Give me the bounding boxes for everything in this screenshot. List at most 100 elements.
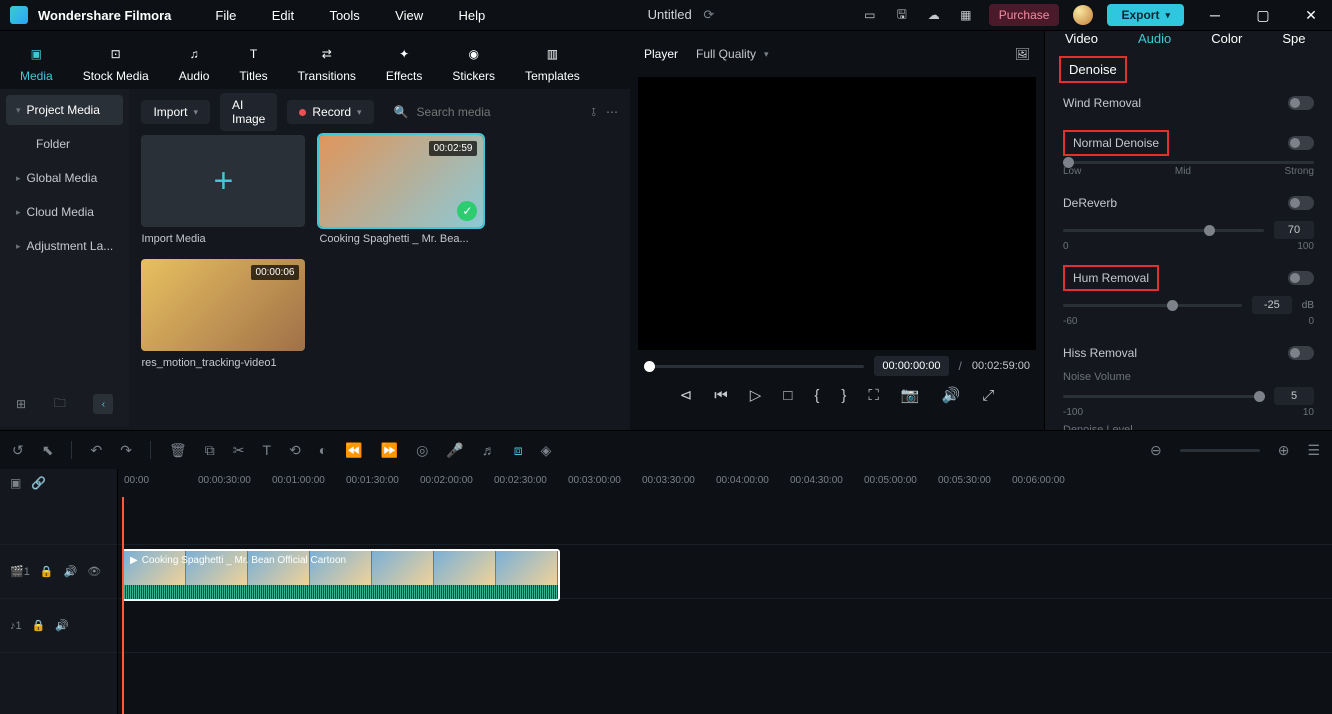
zoom-slider[interactable]	[1180, 449, 1260, 452]
cloud-icon[interactable]: ☁	[925, 6, 943, 24]
track-head-video[interactable]: 🎬1🔒🔊👁	[0, 545, 117, 599]
import-button[interactable]: Import▾	[141, 100, 210, 124]
purchase-button[interactable]: Purchase	[989, 4, 1060, 26]
collapse-sidebar-button[interactable]: ‹	[93, 394, 113, 414]
wind-removal-toggle[interactable]	[1288, 96, 1314, 110]
media-item-2[interactable]: 00:00:06 res_motion_tracking-video1	[141, 259, 305, 369]
pointer-icon[interactable]: ⬉	[42, 442, 54, 459]
mark-out-button[interactable]: }	[841, 387, 846, 404]
tab-media[interactable]: ▣Media	[20, 43, 53, 89]
snapshot-icon[interactable]: 🖼	[1015, 47, 1030, 61]
refresh-icon[interactable]: ⟳	[703, 7, 714, 22]
zoom-out-icon[interactable]: ⊖	[1150, 442, 1162, 459]
sidebar-cloud-media[interactable]: ▸Cloud Media	[6, 197, 123, 227]
import-media-tile[interactable]: + Import Media	[141, 135, 305, 245]
track-head-audio[interactable]: ♪1🔒🔊	[0, 599, 117, 653]
save-icon[interactable]: 🖫	[893, 6, 911, 24]
undo-icon[interactable]: ↶	[90, 442, 102, 459]
hiss-removal-toggle[interactable]	[1288, 346, 1314, 360]
volume-icon[interactable]: 🔊	[942, 386, 961, 404]
quality-dropdown[interactable]: Full Quality▾	[696, 47, 769, 61]
maximize-button[interactable]: ▢	[1246, 7, 1280, 24]
split-icon[interactable]: ✂	[233, 442, 245, 459]
menu-edit[interactable]: Edit	[256, 8, 310, 23]
tab-effects[interactable]: ✦Effects	[386, 43, 422, 89]
scrubber-track[interactable]	[644, 365, 864, 368]
device-icon[interactable]: ▭	[861, 6, 879, 24]
color-icon[interactable]: ◐	[319, 442, 327, 458]
sound-icon[interactable]: ♬	[482, 442, 496, 458]
folder-icon[interactable]: 🗀	[54, 394, 66, 415]
tab-transitions[interactable]: ⇄Transitions	[298, 43, 356, 89]
playhead[interactable]	[122, 497, 124, 714]
play-button[interactable]: ▷	[750, 386, 762, 404]
step-back-button[interactable]: ⏮	[714, 387, 728, 404]
avatar[interactable]	[1073, 5, 1093, 25]
preview-viewport[interactable]	[638, 77, 1036, 350]
sequence-icon[interactable]: ▣	[10, 476, 21, 490]
ai-image-button[interactable]: AI Image	[220, 93, 277, 131]
prop-tab-audio[interactable]: Audio	[1138, 31, 1171, 46]
tab-titles[interactable]: TTitles	[239, 43, 267, 89]
history-icon[interactable]: ↺	[12, 442, 24, 459]
timeline-ruler[interactable]: 00:00 00:00:30:00 00:01:00:00 00:01:30:0…	[118, 469, 1332, 497]
dereverb-toggle[interactable]	[1288, 196, 1314, 210]
more-icon[interactable]: ⋯	[606, 105, 618, 119]
menu-view[interactable]: View	[379, 8, 439, 23]
sidebar-global-media[interactable]: ▸Global Media	[6, 163, 123, 193]
camera-icon[interactable]: 📷	[901, 386, 920, 404]
filter-icon[interactable]: ⫱	[592, 105, 596, 120]
dereverb-slider[interactable]	[1063, 229, 1264, 232]
minimize-button[interactable]: ─	[1198, 7, 1232, 23]
normal-denoise-slider[interactable]	[1063, 161, 1314, 164]
media-item-1[interactable]: 00:02:59✓ Cooking Spaghetti _ Mr. Bea...	[319, 135, 483, 245]
text-icon[interactable]: T	[262, 442, 271, 458]
speed-fast-icon[interactable]: ⏩	[381, 442, 398, 459]
record-button[interactable]: Record▾	[287, 100, 373, 124]
sidebar-project-media[interactable]: ▾Project Media	[6, 95, 123, 125]
rotate-icon[interactable]: ⟲	[289, 442, 301, 459]
stop-button[interactable]: □	[783, 387, 792, 404]
timeline-clip[interactable]: ▶Cooking Spaghetti _ Mr. Bean Official C…	[122, 549, 560, 601]
mic-icon[interactable]: 🎤	[446, 442, 463, 459]
timeline-lanes[interactable]: ▶Cooking Spaghetti _ Mr. Bean Official C…	[118, 497, 1332, 714]
tab-audio[interactable]: ♫Audio	[179, 43, 210, 89]
magnet-icon[interactable]: ⧈	[514, 442, 523, 459]
view-settings-icon[interactable]: ☰	[1307, 442, 1320, 459]
prop-tab-color[interactable]: Color	[1211, 31, 1242, 46]
close-button[interactable]: ✕	[1294, 7, 1328, 24]
tab-stickers[interactable]: ◉Stickers	[452, 43, 495, 89]
marker-icon[interactable]: ◈	[541, 442, 552, 459]
speed-slow-icon[interactable]: ⏪	[345, 442, 362, 459]
scrubber-knob[interactable]	[644, 361, 655, 372]
green-screen-icon[interactable]: ◎	[416, 442, 428, 459]
zoom-in-icon[interactable]: ⊕	[1278, 442, 1290, 459]
menu-file[interactable]: File	[199, 8, 252, 23]
detach-button[interactable]: ⛶	[868, 387, 879, 404]
menu-tools[interactable]: Tools	[313, 8, 375, 23]
apps-icon[interactable]: ▦	[957, 6, 975, 24]
prop-tab-video[interactable]: Video	[1065, 31, 1098, 46]
redo-icon[interactable]: ↷	[120, 442, 132, 459]
crop-icon[interactable]: ⧉	[205, 442, 215, 459]
menu-help[interactable]: Help	[442, 8, 501, 23]
hum-removal-toggle[interactable]	[1288, 271, 1314, 285]
search-field[interactable]: 🔍	[384, 105, 582, 119]
export-button[interactable]: Export▾	[1107, 4, 1184, 26]
tab-stock-media[interactable]: ⊡Stock Media	[83, 43, 149, 89]
new-folder-icon[interactable]: ⊞	[16, 397, 26, 411]
link-icon[interactable]: 🔗	[31, 476, 46, 490]
mark-in-button[interactable]: {	[814, 387, 819, 404]
search-input[interactable]	[417, 105, 572, 119]
hum-removal-slider[interactable]	[1063, 304, 1242, 307]
section-denoise[interactable]: Denoise	[1045, 56, 1332, 83]
noise-volume-slider[interactable]	[1063, 395, 1264, 398]
prev-frame-button[interactable]: ⊲	[680, 386, 693, 404]
prop-tab-spe[interactable]: Spe	[1282, 31, 1305, 46]
fullscreen-icon[interactable]: ⤢	[982, 387, 994, 404]
normal-denoise-toggle[interactable]	[1288, 136, 1314, 150]
sidebar-folder[interactable]: Folder	[6, 129, 123, 159]
delete-icon[interactable]: 🗑	[169, 442, 187, 459]
sidebar-adjustment-layer[interactable]: ▸Adjustment La...	[6, 231, 123, 261]
tab-templates[interactable]: ▥Templates	[525, 43, 580, 89]
